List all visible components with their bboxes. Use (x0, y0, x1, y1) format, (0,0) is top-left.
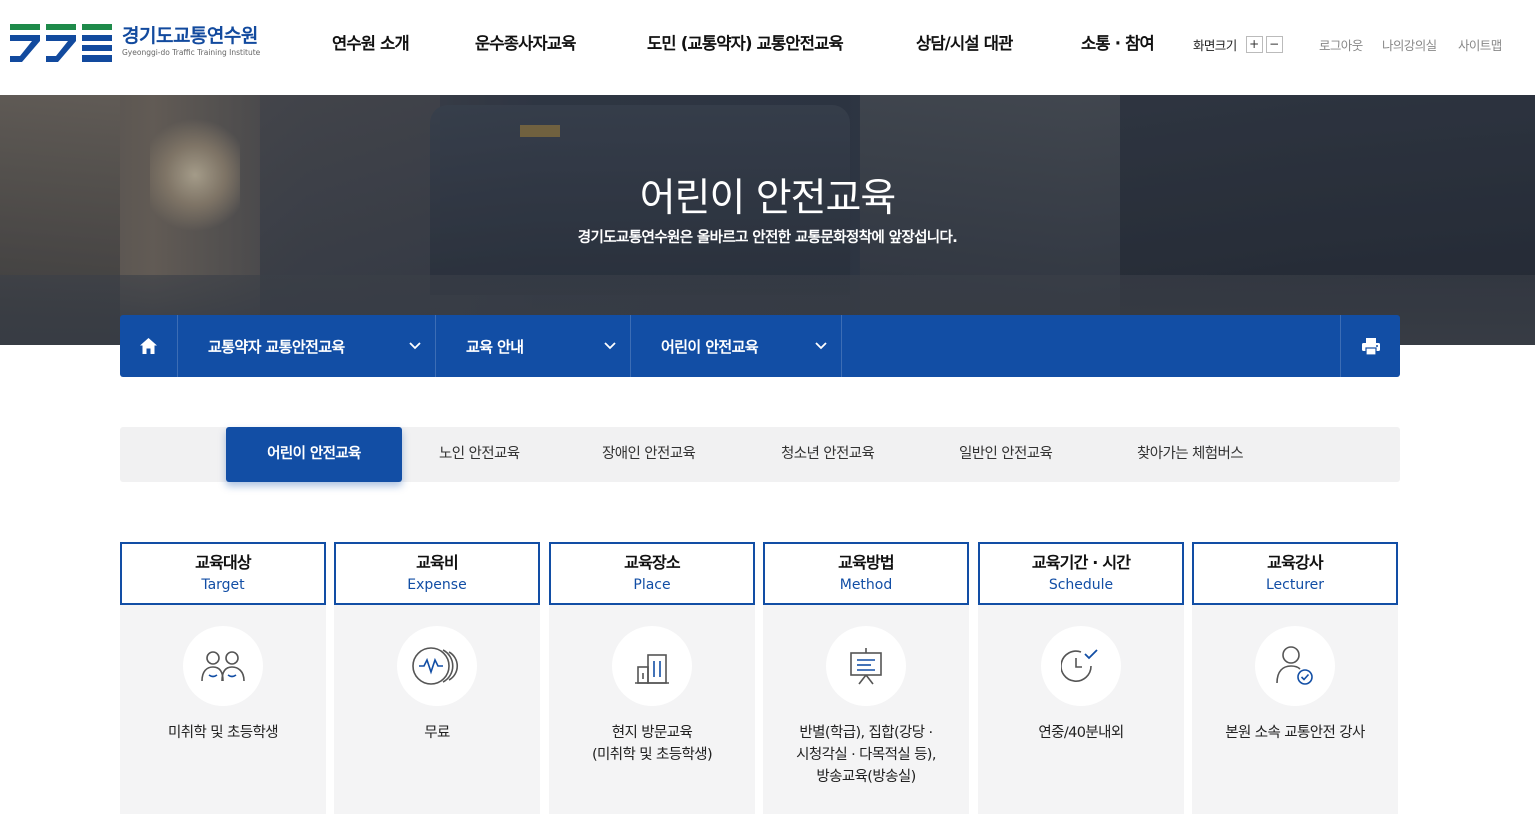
hero-banner: 어린이 안전교육 경기도교통연수원은 올바르고 안전한 교통문화정착에 앞장섭니… (0, 95, 1535, 345)
chevron-down-icon (409, 342, 421, 350)
card-title: 교육강사 (1267, 553, 1323, 572)
sitemap-link[interactable]: 사이트맵 (1458, 35, 1502, 54)
gnb-item-about[interactable]: 연수원 소개 (332, 30, 475, 58)
tab-youth-safety[interactable]: 청소년 안전교육 (781, 427, 875, 482)
logout-link[interactable]: 로그아웃 (1319, 35, 1382, 54)
card-description: 미취학 및 초등학생 (168, 725, 279, 741)
clock-check-icon (1061, 649, 1098, 682)
font-size-increase-button[interactable]: + (1245, 36, 1263, 53)
card-title: 교육대상 (195, 553, 251, 572)
page-title: 어린이 안전교육 (639, 176, 897, 221)
presentation-icon (850, 648, 882, 685)
card-title: 교육비 (416, 553, 459, 572)
home-icon (140, 338, 157, 354)
people-icon (201, 651, 245, 682)
print-icon (1361, 337, 1380, 355)
info-card-lecturer: 교육강사 Lecturer 본원 소속 교통안전 강사 (1192, 542, 1398, 814)
lecturer-check-icon (1276, 646, 1313, 685)
breadcrumb-level-1[interactable]: 교통약자 교통안전교육 (178, 315, 436, 377)
site-logo[interactable]: 경기도교통연수원 Gyeonggi-do Traffic Training In… (10, 24, 280, 66)
chevron-down-icon (604, 342, 616, 350)
tab-senior-safety[interactable]: 노인 안전교육 (439, 427, 520, 482)
education-tabs: 어린이 안전교육 노인 안전교육 장애인 안전교육 청소년 안전교육 일반인 안… (120, 427, 1400, 482)
home-button[interactable] (120, 315, 178, 377)
card-description: 현지 방문교육 (미취학 및 초등학생) (591, 725, 713, 763)
breadcrumb-level-2[interactable]: 교육 안내 (436, 315, 631, 377)
tab-child-safety[interactable]: 어린이 안전교육 (226, 427, 402, 482)
breadcrumb-level-3[interactable]: 어린이 안전교육 (631, 315, 842, 377)
card-subtitle: Lecturer (1265, 577, 1325, 593)
info-card-method: 교육방법 Method 반별(학급), 집합(강당 · 시청각실 · 다목적실 … (763, 542, 969, 814)
info-card-target: 교육대상 Target 미취학 및 초등학생 (120, 542, 326, 814)
tab-disabled-safety[interactable]: 장애인 안전교육 (602, 427, 696, 482)
tab-experience-bus[interactable]: 찾아가는 체험버스 (1137, 427, 1244, 482)
font-size-decrease-button[interactable]: − (1265, 36, 1283, 53)
card-title: 교육기간 · 시간 (1031, 553, 1131, 572)
card-subtitle: Target (201, 577, 245, 593)
breadcrumb-level-2-label: 교육 안내 (466, 337, 524, 356)
font-size-label: 화면크기 (1193, 38, 1237, 53)
my-classroom-link[interactable]: 나의강의실 (1382, 35, 1458, 54)
info-card-expense: 교육비 Expense 무료 (334, 542, 540, 814)
card-description: 본원 소속 교통안전 강사 (1225, 725, 1365, 741)
page-subtitle: 경기도교통연수원은 올바르고 안전한 교통문화정착에 앞장섭니다. (577, 230, 958, 246)
logo-name-en: Gyeonggi-do Traffic Training Institute (122, 48, 261, 57)
coin-icon (412, 647, 458, 685)
logo-name-ko: 경기도교통연수원 (122, 25, 258, 47)
card-description: 연중/40분내외 (1038, 725, 1124, 741)
breadcrumb: 교통약자 교통안전교육 교육 안내 어린이 안전교육 (120, 315, 1400, 377)
gnb-item-citizen-education[interactable]: 도민 (교통약자) 교통안전교육 (647, 30, 916, 58)
card-title: 교육장소 (624, 553, 680, 572)
utility-links: 로그아웃 나의강의실 사이트맵 (1319, 35, 1502, 54)
card-description: 무료 (424, 725, 450, 741)
gnb-item-driver-education[interactable]: 운수종사자교육 (475, 30, 647, 58)
card-description: 반별(학급), 집합(강당 · 시청각실 · 다목적실 등), 방송교육(방송실… (796, 725, 936, 785)
tab-adult-safety[interactable]: 일반인 안전교육 (959, 427, 1053, 482)
global-nav: 연수원 소개 운수종사자교육 도민 (교통약자) 교통안전교육 상담/시설 대관… (332, 30, 1177, 58)
print-button[interactable] (1340, 315, 1400, 377)
breadcrumb-level-1-label: 교통약자 교통안전교육 (208, 337, 345, 356)
card-subtitle: Method (839, 577, 893, 593)
card-subtitle: Place (633, 577, 671, 593)
building-icon (635, 654, 669, 684)
font-size-control: 화면크기 + − (1193, 35, 1283, 54)
card-subtitle: Schedule (1048, 577, 1114, 593)
site-header: 경기도교통연수원 Gyeonggi-do Traffic Training In… (0, 0, 1535, 95)
gnb-item-community[interactable]: 소통 · 참여 (1081, 30, 1177, 58)
chevron-down-icon (815, 342, 827, 350)
breadcrumb-level-3-label: 어린이 안전교육 (661, 337, 759, 356)
info-card-schedule: 교육기간 · 시간 Schedule 연중/40분내외 (978, 542, 1184, 814)
gnb-item-facility-rental[interactable]: 상담/시설 대관 (916, 30, 1081, 58)
info-card-place: 교육장소 Place 현지 방문교육 (미취학 및 초등학생) (549, 542, 755, 814)
logo-mark-icon (10, 24, 112, 62)
card-subtitle: Expense (407, 577, 467, 593)
card-title: 교육방법 (838, 553, 894, 572)
